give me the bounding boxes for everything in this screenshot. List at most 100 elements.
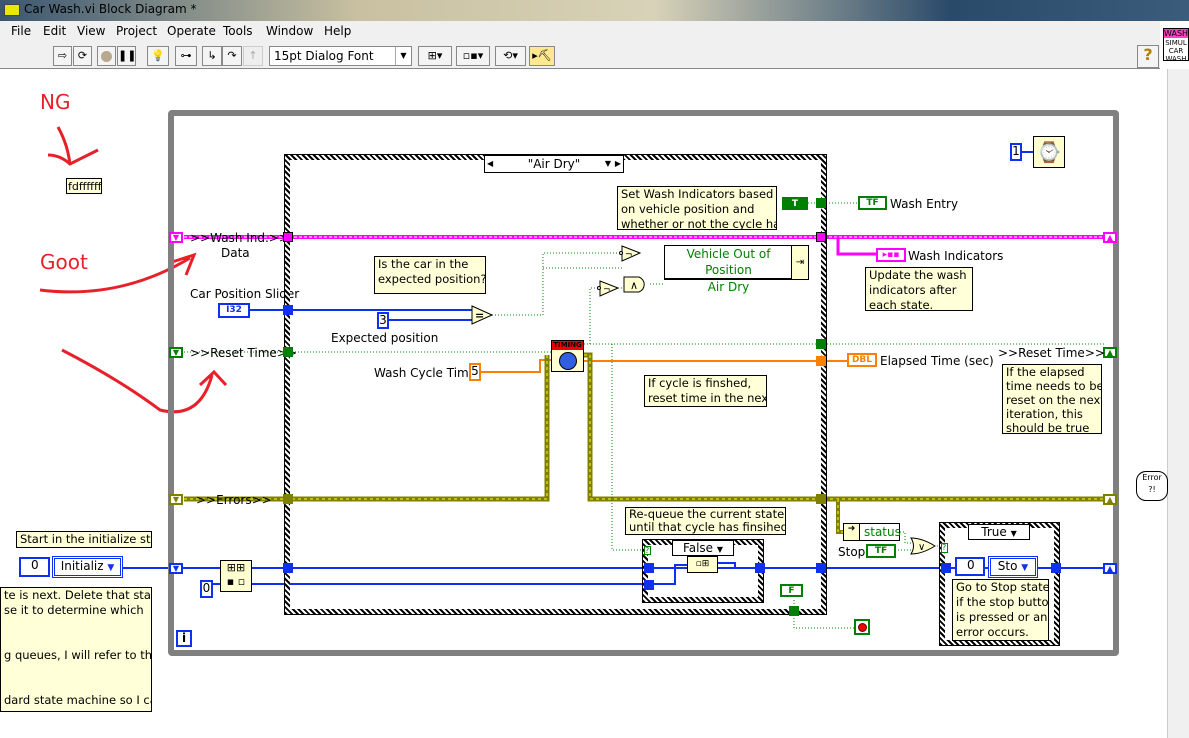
true-constant[interactable]: T [782, 197, 808, 210]
init-enum-value: Initializ [60, 559, 104, 573]
case-selector-terminal: ? [941, 543, 948, 553]
tunnel-errors [283, 494, 293, 504]
status-element: status [864, 525, 901, 539]
left-comment-line: g queues, I will refer to this [4, 648, 152, 662]
shift-register-left-state[interactable]: ▼ [169, 563, 183, 574]
elapsed-time-label: Elapsed Time (sec) [880, 354, 994, 368]
not-function-icon[interactable]: ¬ [619, 245, 641, 262]
chevron-down-icon[interactable]: ▼ [605, 156, 611, 172]
case-selector[interactable]: ◀ "Air Dry" ▼ ▶ [484, 155, 624, 173]
queue-index-constant[interactable]: 0 [200, 580, 213, 598]
stop-enum-constant[interactable]: Sto ▼ [988, 556, 1038, 578]
array-subset-function-icon[interactable]: ⊞⊞ ▪ ▫ [220, 560, 252, 592]
shift-register-left-wash-ind[interactable]: ▼ [169, 232, 183, 243]
chevron-down-icon: ▼ [1021, 563, 1029, 573]
false-constant[interactable]: F [780, 584, 803, 597]
comment-line: reset time in the next [648, 391, 767, 405]
reset-time-label: >>Reset Time>> [190, 346, 297, 360]
tunnel-reset-time [283, 347, 293, 357]
tunnel-elapsed [816, 356, 826, 366]
wash-ind-label: >>Wash Ind.>> [190, 231, 289, 245]
init-numeric-constant[interactable]: 0 [19, 557, 50, 577]
init-enum-constant[interactable]: Initializ ▼ [52, 556, 123, 578]
shift-register-right-wash-ind[interactable]: ▲ [1103, 232, 1117, 243]
position-comment: Is the car in the expected position? [374, 256, 486, 294]
timing-label: TIMING [552, 341, 583, 350]
svg-text:∧: ∧ [630, 279, 638, 292]
wash-entry-indicator[interactable]: TF [858, 196, 887, 210]
build-array-function-icon[interactable]: ▫⊞ [687, 556, 718, 573]
clock-icon [558, 352, 577, 370]
comment-line: until that cycle has finsihed [629, 520, 786, 534]
left-comment-line [4, 618, 148, 633]
stop-case-selector[interactable]: True ▼ [968, 524, 1030, 540]
tunnel-errors-out [816, 494, 826, 504]
unbundle-status-node[interactable]: ➜ status [843, 523, 901, 541]
elapsed-time-express-vi[interactable]: TIMING [551, 340, 584, 372]
and-function-icon[interactable]: ∧ [623, 276, 651, 293]
comment-line: each state. [869, 298, 934, 311]
shift-register-right-errors[interactable]: ▲ [1103, 494, 1117, 505]
decrement-arrow-icon[interactable]: ◀ [487, 156, 493, 172]
increment-arrow-icon[interactable]: ▶ [615, 156, 621, 172]
shift-register-right-state[interactable]: ▲ [1103, 563, 1117, 574]
tunnel-wash-ind [283, 232, 293, 242]
shift-register-right-reset-time[interactable]: ▲ [1103, 347, 1117, 358]
expected-position-constant[interactable]: 3 [377, 312, 389, 329]
chevron-down-icon: ▼ [1010, 529, 1017, 538]
left-comment-line [4, 633, 148, 648]
case-selector-terminal: ? [644, 546, 651, 555]
comment-line: Go to Stop state [956, 580, 1049, 594]
stop-selector-value: True [981, 525, 1007, 539]
errors-label: >>Errors>> [196, 493, 272, 507]
car-position-terminal[interactable]: I32 [218, 303, 250, 318]
iteration-terminal[interactable]: i [176, 630, 192, 647]
or-function-icon[interactable]: ∨ [910, 537, 936, 555]
wash-cycle-time-label: Wash Cycle Time [374, 366, 477, 380]
wait-ms-watch-icon[interactable]: ⌚ [1033, 136, 1065, 168]
shift-register-left-reset-time[interactable]: ▼ [169, 347, 183, 358]
chevron-down-icon: ▼ [107, 563, 115, 573]
elapsed-time-indicator[interactable]: DBL [847, 353, 877, 367]
bundle-element-vehicle-out-of-position[interactable]: Vehicle Out of Position [665, 246, 792, 279]
stop-numeric-constant[interactable]: 0 [955, 557, 985, 576]
bundle-arrow-icon: ⇥ [791, 246, 808, 279]
stop-enum-value: Sto [997, 559, 1018, 573]
comment-line: whether or not the cycle has [621, 217, 777, 230]
tunnel-reset-out [816, 339, 826, 349]
stop-button-terminal[interactable]: TF [866, 544, 896, 558]
comment-line: if the stop button [956, 595, 1049, 609]
left-comment-line: se it to determine which [4, 603, 144, 617]
stop-label: Stop [838, 545, 866, 559]
left-comment: te is next. Delete that state se it to de… [0, 587, 152, 712]
loop-condition-stop-icon[interactable] [854, 619, 870, 635]
svg-text:∨: ∨ [918, 542, 925, 553]
comment-line: on vehicle position and [621, 202, 755, 216]
tunnel-wash-entry [816, 198, 826, 208]
comment-line: is pressed or an [956, 610, 1048, 624]
wash-cycle-time-constant[interactable]: 5 [469, 363, 481, 381]
expected-position-label: Expected position [331, 331, 439, 345]
tunnel-state-out [816, 563, 826, 573]
wait-ms-constant[interactable]: 1 [1010, 143, 1022, 161]
error-handler-icon[interactable]: Error?! [1136, 471, 1168, 501]
reset-time-comment: If the elapsed time needs to be reset on t… [1002, 364, 1102, 434]
car-position-label: Car Position Slider [190, 287, 300, 301]
wash-indicators-cluster-icon[interactable]: ▸▪▪ [876, 248, 906, 262]
requeue-case-selector[interactable]: False ▼ [672, 540, 734, 556]
svg-text:=: = [475, 309, 484, 322]
not-function-icon[interactable]: ¬ [597, 280, 619, 297]
update-indicators-comment: Update the wash indicators after each stat… [865, 267, 973, 311]
bundle-by-name-node[interactable]: Vehicle Out of Position Air Dry ⇥ [664, 245, 809, 294]
svg-text:¬: ¬ [603, 285, 611, 295]
comment-line: reset on the next [1006, 393, 1102, 407]
shift-register-left-errors[interactable]: ▼ [169, 494, 183, 505]
tunnel-car-position [283, 305, 293, 315]
tunnel-requeue-queue [644, 580, 654, 590]
bundle-element-air-dry[interactable]: Air Dry [665, 279, 792, 295]
comment-line: Update the wash [869, 268, 967, 282]
equal-function-icon[interactable]: = [471, 305, 493, 325]
tunnel-requeue-state [644, 563, 654, 573]
case-selector-value: "Air Dry" [527, 157, 581, 171]
left-comment-line [4, 678, 148, 693]
